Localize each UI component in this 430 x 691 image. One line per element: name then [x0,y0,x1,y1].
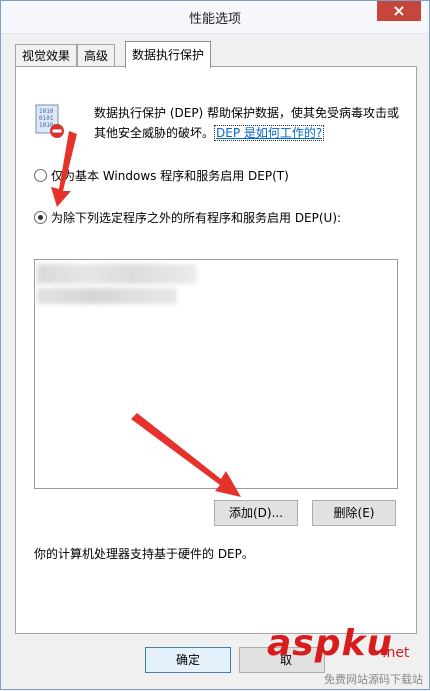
window: 性能选项 × 视觉效果 高级 数据执行保护 1010 0101 1010 数据执… [0,0,430,690]
dep-help-link[interactable]: DEP 是如何工作的? [214,125,325,141]
radio-essential-row[interactable]: 仅为基本 Windows 程序和服务启用 DEP(T) [34,167,289,183]
svg-text:0101: 0101 [39,115,54,122]
add-button[interactable]: 添加(D)... [214,500,298,526]
dep-shield-icon: 1010 0101 1010 [35,104,64,138]
watermark-logo: aspku [267,623,394,664]
title-bar: 性能选项 × [1,1,429,34]
window-title: 性能选项 [188,12,241,27]
tab-visual-effects[interactable]: 视觉效果 [15,44,78,67]
radio-all-except-label: 为除下列选定程序之外的所有程序和服务启用 DEP(U): [51,210,342,225]
radio-essential-label: 仅为基本 Windows 程序和服务启用 DEP(T) [51,168,289,183]
watermark-tagline: 免费网站源码下载站 [324,673,423,686]
watermark: aspku .net 免费网站源码下载站 [217,623,427,689]
watermark-suffix: .net [382,645,410,661]
dep-description: 数据执行保护 (DEP) 帮助保护数据，使其免受病毒攻击或其他安全威胁的破坏。 D… [94,103,404,143]
radio-essential[interactable] [34,168,47,182]
remove-button[interactable]: 删除(E) [312,500,396,526]
program-list[interactable] [34,259,398,489]
dep-panel: 1010 0101 1010 数据执行保护 (DEP) 帮助保护数据，使其免受病… [15,66,417,634]
close-button[interactable]: × [377,1,421,21]
svg-text:1010: 1010 [39,108,54,115]
radio-all-except[interactable] [34,210,47,224]
list-item-redacted-2[interactable] [37,288,177,304]
list-item-redacted[interactable] [37,264,197,284]
tab-dep[interactable]: 数据执行保护 [125,41,212,68]
support-text: 你的计算机处理器支持基于硬件的 DEP。 [34,547,254,561]
tab-advanced[interactable]: 高级 [77,44,116,67]
radio-all-except-row[interactable]: 为除下列选定程序之外的所有程序和服务启用 DEP(U): [34,209,341,225]
